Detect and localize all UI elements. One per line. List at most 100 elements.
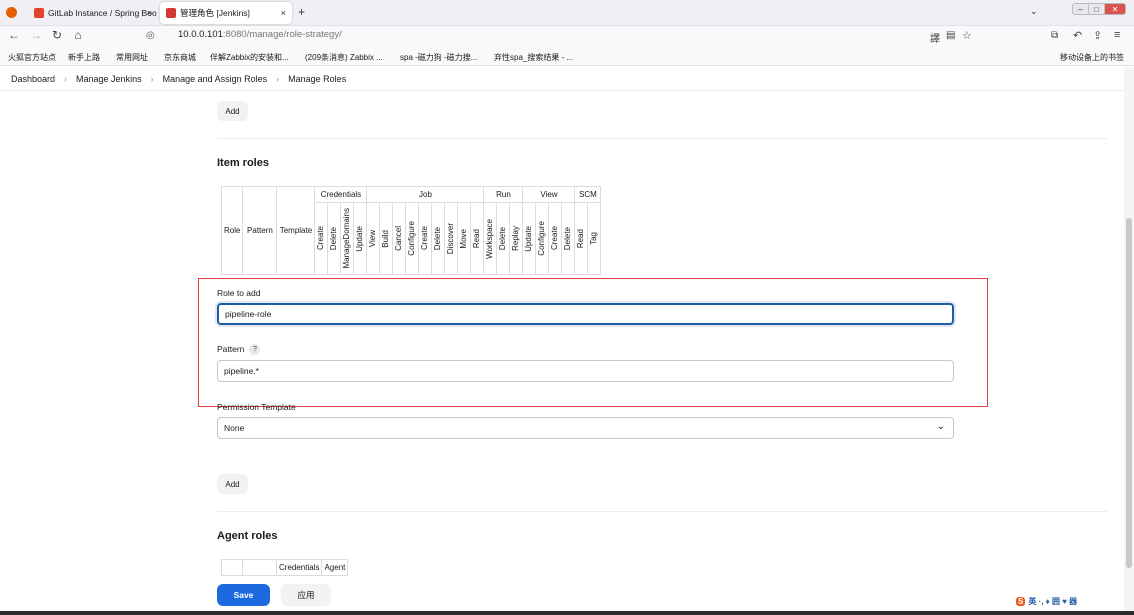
close-icon[interactable]: × bbox=[147, 8, 152, 18]
reload-icon[interactable]: ↻ bbox=[49, 28, 65, 42]
permission-header: Create bbox=[548, 202, 563, 275]
column-header-pattern: Pattern bbox=[242, 186, 278, 275]
window-close-icon[interactable]: ✕ bbox=[1105, 4, 1125, 14]
breadcrumb-item[interactable]: Manage Jenkins bbox=[76, 74, 142, 84]
screenshot-icon[interactable]: ⧉ bbox=[1051, 30, 1058, 41]
scrollbar-thumb[interactable] bbox=[1126, 218, 1132, 568]
permission-header: Configure bbox=[535, 202, 550, 275]
item-roles-title: Item roles bbox=[217, 157, 269, 169]
permission-header: Update bbox=[522, 202, 537, 275]
group-header-credentials: Credentials bbox=[275, 559, 323, 576]
tab-label: 管理角色 [Jenkins] bbox=[180, 8, 250, 18]
permission-template-select[interactable]: None ⌄ bbox=[217, 417, 954, 439]
group-header-agent: Agent bbox=[321, 559, 349, 576]
chevron-right-icon: › bbox=[64, 73, 68, 84]
bookmark-item[interactable]: 常用网址 bbox=[116, 52, 148, 63]
permission-header: Cancel bbox=[392, 202, 407, 275]
highlight-box bbox=[198, 278, 988, 407]
ime-status: 英 ·, ♦ 囲 ♥ 器 bbox=[1028, 597, 1078, 606]
divider bbox=[217, 511, 1107, 512]
permission-header: Delete bbox=[561, 202, 576, 275]
star-icon[interactable]: ☆ bbox=[962, 29, 972, 42]
permission-header: Read bbox=[574, 202, 589, 275]
taskbar bbox=[0, 611, 1134, 615]
permission-header: Create bbox=[314, 202, 329, 275]
help-icon[interactable]: ? bbox=[249, 344, 261, 356]
group-header-job: Job bbox=[366, 186, 485, 203]
permission-header: Move bbox=[457, 202, 472, 275]
permission-header: Build bbox=[379, 202, 394, 275]
column-header-template: Template bbox=[276, 186, 316, 275]
jenkins-icon bbox=[166, 8, 176, 18]
group-header-scm: SCM bbox=[574, 186, 602, 203]
bookmark-item[interactable]: 移动设备上的书签 bbox=[1060, 52, 1124, 63]
url-bar[interactable]: 10.0.0.101:8080/manage/role-strategy/ bbox=[178, 29, 342, 40]
chevron-down-icon: ⌄ bbox=[936, 421, 945, 432]
forward-icon[interactable]: → bbox=[28, 28, 44, 42]
home-icon[interactable]: ⌂ bbox=[70, 28, 86, 42]
firefox-menu-icon[interactable] bbox=[6, 7, 17, 18]
reader-icon[interactable]: ▤ bbox=[946, 30, 955, 41]
pattern-label-text: Pattern bbox=[217, 344, 245, 354]
permission-header: Delete bbox=[496, 202, 511, 275]
permission-header: Workspace bbox=[483, 202, 498, 275]
gitlab-icon bbox=[34, 8, 44, 18]
bookmark-item[interactable]: 伴解Zabbix的安装和... bbox=[210, 52, 289, 63]
tab-jenkins[interactable]: 管理角色 [Jenkins] × bbox=[160, 2, 292, 24]
share-icon[interactable]: ⇪ bbox=[1093, 29, 1102, 42]
table-cell bbox=[242, 559, 277, 576]
breadcrumb-item[interactable]: Manage and Assign Roles bbox=[163, 74, 268, 84]
bookmarks-bar: 火狐官方站点 新手上路 常用网址 京东商城 伴解Zabbix的安装和... (2… bbox=[0, 48, 1134, 66]
group-header-credentials: Credentials bbox=[314, 186, 368, 203]
permission-header: Read bbox=[470, 202, 485, 275]
translate-icon[interactable]: 譯 bbox=[930, 30, 940, 45]
sogou-icon: S bbox=[1016, 597, 1026, 606]
back-icon[interactable]: ← bbox=[6, 28, 22, 42]
pattern-input[interactable]: pipeline.* bbox=[217, 360, 954, 382]
save-button[interactable]: Save bbox=[217, 584, 270, 606]
permission-header: View bbox=[366, 202, 381, 275]
ime-toolbar[interactable]: S英 ·, ♦ 囲 ♥ 器 bbox=[1016, 596, 1077, 607]
bookmark-item[interactable]: 新手上路 bbox=[68, 52, 100, 63]
chevron-right-icon: › bbox=[150, 73, 154, 84]
agent-roles-title: Agent roles bbox=[217, 530, 278, 542]
permission-header: Tag bbox=[587, 202, 602, 275]
item-roles-table: Role Pattern Template Credentials Job Ru… bbox=[220, 186, 602, 275]
role-to-add-input[interactable]: pipeline-role bbox=[217, 303, 954, 325]
window-controls: – □ ✕ bbox=[1072, 3, 1126, 15]
permission-header: Delete bbox=[327, 202, 342, 275]
role-to-add-label: Role to add bbox=[217, 288, 261, 298]
tab-gitlab[interactable]: GitLab Instance / Spring Boo × bbox=[28, 2, 158, 24]
add-item-role-button[interactable]: Add bbox=[217, 474, 248, 494]
chevron-right-icon: › bbox=[276, 73, 280, 84]
breadcrumb-item[interactable]: Dashboard bbox=[11, 74, 55, 84]
menu-icon[interactable]: ≡ bbox=[1114, 29, 1120, 41]
breadcrumb-item[interactable]: Manage Roles bbox=[288, 74, 346, 84]
permission-header: Create bbox=[418, 202, 433, 275]
apply-button[interactable]: 应用 bbox=[281, 584, 331, 606]
bookmark-item[interactable]: 京东商城 bbox=[164, 52, 196, 63]
close-icon[interactable]: × bbox=[281, 8, 286, 18]
pattern-label: Pattern? bbox=[217, 344, 261, 356]
minimize-icon[interactable]: – bbox=[1073, 4, 1089, 14]
bookmark-item[interactable]: spa -磁力狗 -磁力搜... bbox=[400, 52, 477, 63]
bookmark-item[interactable]: 火狐官方站点 bbox=[8, 52, 56, 63]
bookmark-item[interactable]: 弃性spa_搜索结果 - ... bbox=[494, 52, 573, 63]
permission-header: Configure bbox=[405, 202, 420, 275]
browser-tab-bar: GitLab Instance / Spring Boo × 管理角色 [Jen… bbox=[0, 0, 1134, 26]
new-tab-button[interactable]: + bbox=[298, 5, 305, 19]
group-header-run: Run bbox=[483, 186, 524, 203]
shield-icon[interactable]: ◎ bbox=[146, 30, 155, 41]
tab-list-icon[interactable]: ⌄ bbox=[1030, 6, 1038, 17]
action-bar: Save 应用 bbox=[0, 582, 1124, 611]
tab-label: GitLab Instance / Spring Boo bbox=[48, 8, 157, 18]
bookmark-item[interactable]: (209条消息) Zabbix ... bbox=[305, 52, 383, 63]
url-host: 10.0.0.101 bbox=[178, 29, 223, 40]
table-cell bbox=[221, 559, 243, 576]
maximize-icon[interactable]: □ bbox=[1089, 4, 1105, 14]
browser-nav-bar: ← → ↻ ⌂ ◎ 10.0.0.101:8080/manage/role-st… bbox=[0, 26, 1134, 48]
permission-header: Replay bbox=[509, 202, 524, 275]
add-global-role-button[interactable]: Add bbox=[217, 101, 248, 121]
undo-icon[interactable]: ↶ bbox=[1073, 29, 1082, 42]
main-content: Add Item roles Role Pattern Template Cre… bbox=[0, 92, 1124, 582]
